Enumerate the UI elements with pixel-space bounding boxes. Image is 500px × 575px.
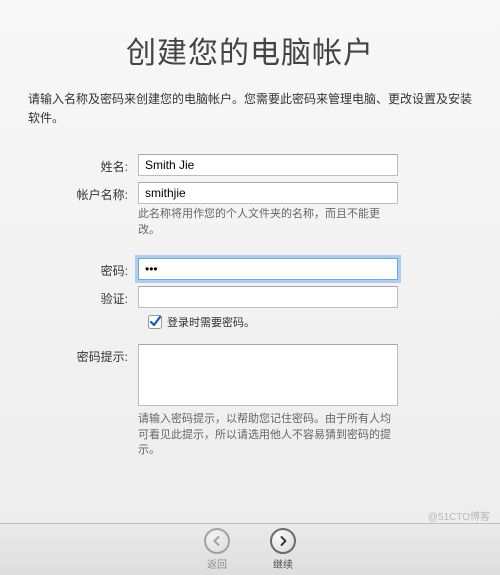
password-hint-description: 请输入密码提示，以帮助您记住密码。由于所有人均可看见此提示，所以请选用他人不容易… xyxy=(138,412,398,458)
arrow-left-icon xyxy=(204,528,230,554)
password-input[interactable] xyxy=(138,258,398,280)
continue-label: 继续 xyxy=(273,556,293,571)
account-name-hint: 此名称将用作您的个人文件夹的名称，而且不能更改。 xyxy=(138,207,398,238)
back-button[interactable]: 返回 xyxy=(204,528,230,571)
account-form: 姓名: 帐户名称: 此名称将用作您的个人文件夹的名称，而且不能更改。 密码: 验… xyxy=(28,154,472,458)
full-name-label: 姓名: xyxy=(58,154,138,175)
password-hint-label: 密码提示: xyxy=(58,344,138,365)
checkbox-checked-icon xyxy=(148,315,162,329)
page-subtitle: 请输入名称及密码来创建您的电脑帐户。您需要此密码来管理电脑、更改设置及安装软件。 xyxy=(28,90,472,128)
page-title: 创建您的电脑帐户 xyxy=(28,28,472,72)
full-name-input[interactable] xyxy=(138,154,398,176)
watermark: @51CTO博客 xyxy=(428,508,490,523)
account-name-label: 帐户名称: xyxy=(58,182,138,203)
arrow-right-icon xyxy=(270,528,296,554)
verify-password-input[interactable] xyxy=(138,286,398,308)
require-password-label: 登录时需要密码。 xyxy=(167,314,255,330)
continue-button[interactable]: 继续 xyxy=(270,528,296,571)
verify-label: 验证: xyxy=(58,286,138,307)
footer-bar: 返回 继续 xyxy=(0,523,500,575)
password-hint-textarea[interactable] xyxy=(138,344,398,406)
require-password-checkbox[interactable] xyxy=(148,315,162,329)
back-label: 返回 xyxy=(207,556,227,571)
password-label: 密码: xyxy=(58,258,138,279)
account-name-input[interactable] xyxy=(138,182,398,204)
